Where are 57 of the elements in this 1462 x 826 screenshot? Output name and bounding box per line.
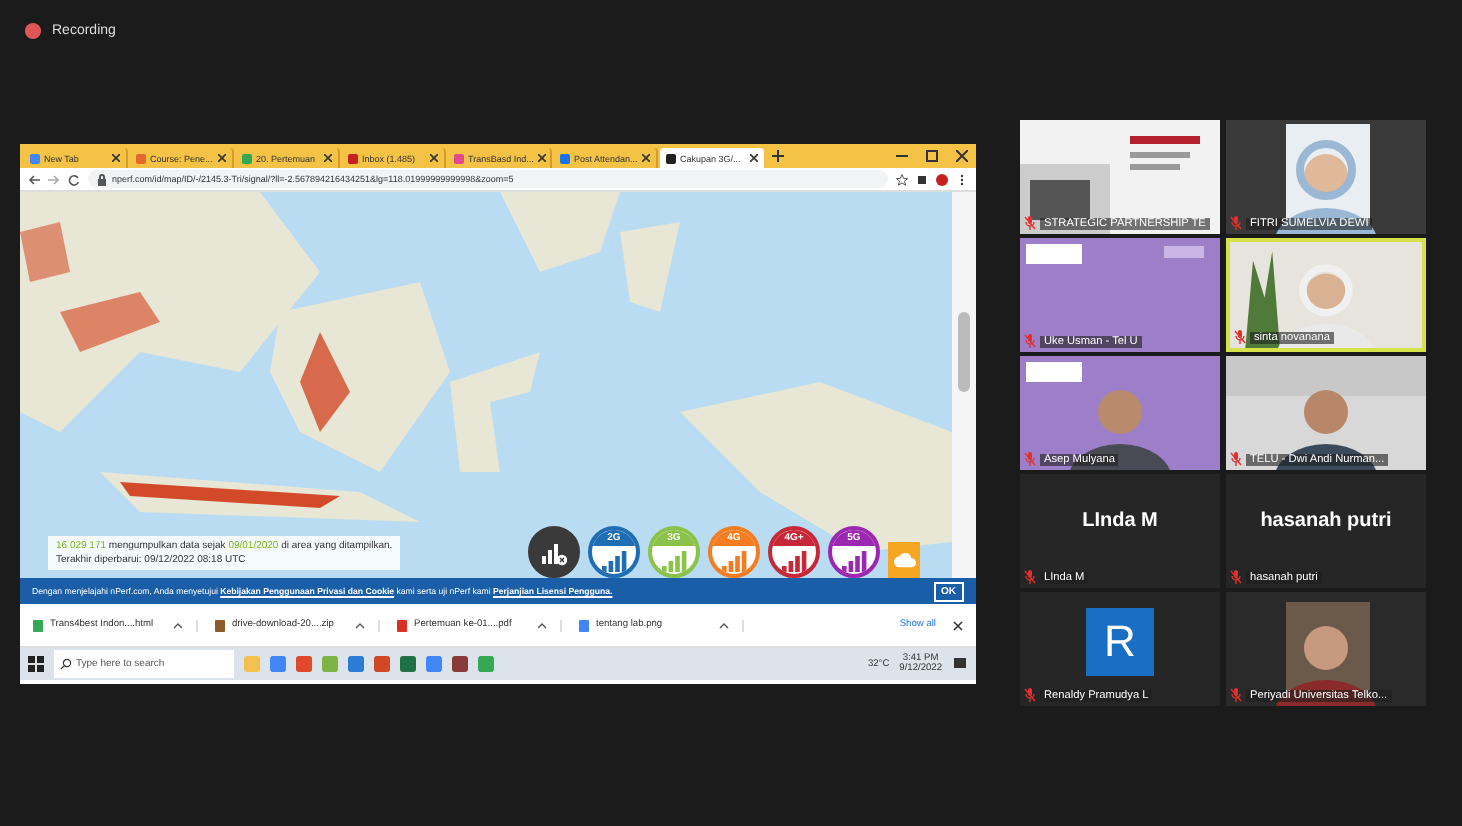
- caret-icon[interactable]: [354, 619, 366, 631]
- no-signal-icon: [540, 542, 568, 566]
- favicon-icon: [348, 153, 358, 163]
- muted-mic-icon: [1234, 330, 1246, 344]
- file-icon: [214, 619, 226, 631]
- minimize-icon[interactable]: [896, 150, 908, 162]
- muted-mic-icon: [1230, 216, 1242, 230]
- muted-mic-icon: [1230, 570, 1242, 584]
- favicon-icon: [136, 153, 146, 163]
- close-icon[interactable]: [642, 154, 650, 162]
- cloud-icon: [893, 552, 915, 568]
- signal-icon: [660, 548, 688, 572]
- scrollbar-thumb[interactable]: [958, 312, 970, 392]
- close-icon[interactable]: [218, 154, 226, 162]
- close-icon[interactable]: [324, 154, 332, 162]
- display-name: LInda M: [1082, 510, 1158, 532]
- muted-mic-icon: [1024, 216, 1036, 230]
- favicon-icon: [30, 153, 40, 163]
- muted-mic-icon: [1024, 452, 1036, 466]
- maximize-icon[interactable]: [926, 150, 938, 162]
- new-tab-icon[interactable]: [772, 150, 784, 162]
- lock-icon: [96, 173, 108, 185]
- favicon-icon: [560, 153, 570, 163]
- close-icon[interactable]: [750, 154, 758, 162]
- favicon-icon: [666, 153, 676, 163]
- signal-icon: [600, 548, 628, 572]
- display-name: hasanah putri: [1260, 510, 1392, 532]
- reload-icon[interactable]: [68, 173, 80, 185]
- search-icon: [60, 658, 72, 670]
- avatar-initial: R: [1086, 607, 1154, 675]
- caret-icon[interactable]: [172, 619, 184, 631]
- windows-start-icon[interactable]: [28, 656, 44, 672]
- menu-icon[interactable]: [956, 173, 968, 185]
- caret-icon[interactable]: [536, 619, 548, 631]
- muted-mic-icon: [1024, 334, 1036, 348]
- caret-icon[interactable]: [718, 619, 730, 631]
- profile-icon[interactable]: [936, 173, 948, 185]
- file-icon: [578, 619, 590, 631]
- muted-mic-icon: [1024, 570, 1036, 584]
- muted-mic-icon: [1230, 452, 1242, 466]
- favicon-icon: [242, 153, 252, 163]
- muted-mic-icon: [1024, 688, 1036, 702]
- signal-icon: [780, 548, 808, 572]
- signal-icon: [720, 548, 748, 572]
- star-icon[interactable]: [896, 173, 908, 185]
- close-icon[interactable]: [430, 154, 438, 162]
- recording-icon: [24, 21, 42, 39]
- favicon-icon: [454, 153, 464, 163]
- muted-mic-icon: [1230, 688, 1242, 702]
- close-icon[interactable]: [952, 619, 964, 631]
- back-icon[interactable]: [28, 173, 40, 185]
- close-icon[interactable]: [112, 154, 120, 162]
- file-icon: [32, 619, 44, 631]
- signal-icon: [840, 548, 868, 572]
- file-icon: [396, 619, 408, 631]
- close-icon[interactable]: [956, 150, 968, 162]
- close-icon[interactable]: [537, 154, 546, 162]
